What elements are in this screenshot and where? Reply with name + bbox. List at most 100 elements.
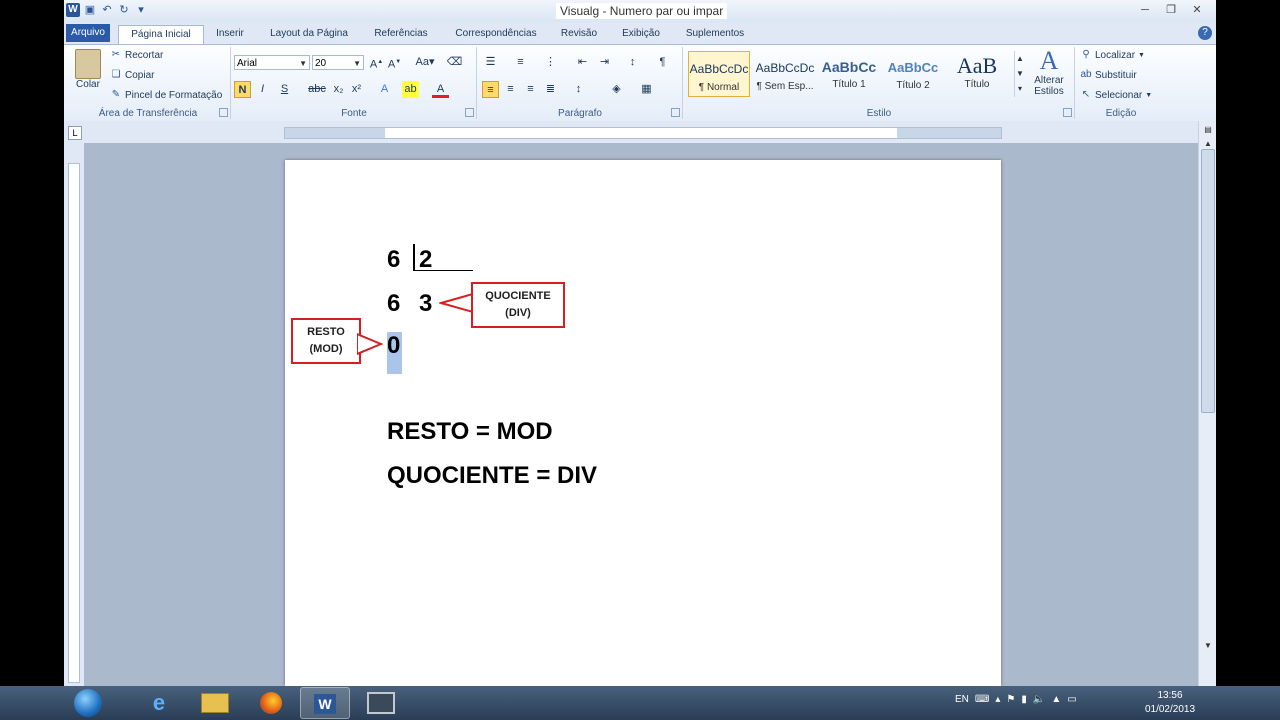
align-right-icon[interactable]: ≡ — [522, 81, 539, 98]
word-taskbar-icon[interactable]: W — [300, 687, 350, 719]
vertical-ruler-strip[interactable] — [68, 163, 80, 683]
line-spacing-icon[interactable]: ↕ — [570, 81, 587, 98]
ruler-toggle-icon[interactable]: ▤ — [1202, 125, 1214, 137]
subscript-icon[interactable]: x₂ — [330, 81, 347, 98]
replace-button[interactable]: ab Substituir — [1080, 69, 1137, 81]
shrink-font-icon[interactable]: A▼ — [386, 54, 403, 71]
styles-dialog-launcher[interactable] — [1063, 108, 1072, 117]
close-icon[interactable]: ✕ — [1184, 2, 1210, 18]
font-family-select[interactable]: Arial ▼ — [234, 55, 310, 70]
customize-qat-icon[interactable]: ▾ — [134, 3, 148, 17]
horizontal-ruler[interactable] — [284, 127, 1002, 139]
align-center-icon[interactable]: ≡ — [502, 81, 519, 98]
display-icon[interactable]: ▭ — [1067, 694, 1076, 705]
drive-icon[interactable]: ▲ — [1051, 694, 1061, 705]
remainder-callout-line1: RESTO — [307, 326, 345, 338]
scroll-thumb[interactable] — [1201, 149, 1215, 413]
text-effects-icon[interactable]: A — [376, 81, 393, 98]
keyboard-icon[interactable]: ⌨ — [975, 694, 989, 705]
style-sem-espacamento[interactable]: AaBbCcDc ¶ Sem Esp... — [754, 51, 816, 97]
tab-suplementos[interactable]: Suplementos — [678, 25, 752, 43]
format-painter-label: Pincel de Formatação — [125, 89, 223, 101]
equation-quociente: QUOCIENTE = DIV — [387, 462, 598, 489]
firefox-icon[interactable] — [246, 687, 296, 719]
redo-icon[interactable]: ↻ — [117, 3, 131, 17]
ruler-left-margin — [285, 128, 385, 138]
tab-inserir[interactable]: Inserir — [208, 25, 252, 43]
strikethrough-icon[interactable]: abc — [306, 81, 328, 98]
tray-expand-icon[interactable]: ▴ — [995, 694, 1000, 705]
sort-icon[interactable]: ↕ — [624, 54, 641, 71]
quotient-callout-line1: QUOCIENTE — [485, 290, 551, 302]
scroll-down-icon[interactable]: ▼ — [1202, 641, 1214, 653]
borders-icon[interactable]: ▦ — [638, 81, 655, 98]
undo-icon[interactable]: ↶ — [100, 3, 114, 17]
replace-label: Substituir — [1095, 69, 1137, 81]
copy-button[interactable]: ❏ Copiar — [110, 69, 155, 81]
change-case-icon[interactable]: Aa▾ — [412, 54, 438, 71]
volume-icon[interactable]: 🔈 — [1033, 694, 1045, 705]
find-button[interactable]: ⚲ Localizar ▼ — [1080, 49, 1145, 61]
start-button[interactable] — [68, 686, 108, 720]
change-styles-button[interactable]: A Alterar Estilos — [1026, 47, 1072, 98]
grow-font-icon[interactable]: A▲ — [368, 54, 385, 71]
style-titulo-1[interactable]: AaBbCc Título 1 — [818, 51, 880, 97]
group-label-clipboard: Área de Transferência — [98, 108, 198, 119]
bullets-icon[interactable]: ☰ — [482, 54, 499, 71]
tab-revisao[interactable]: Revisão — [554, 25, 604, 43]
shading-icon[interactable]: ◈ — [608, 81, 625, 98]
cut-button[interactable]: ✂ Recortar — [110, 49, 164, 61]
flag-icon[interactable]: ⚑ — [1006, 694, 1015, 705]
tab-correspondencias[interactable]: Correspondências — [446, 25, 546, 43]
document-page[interactable]: 6 2 6 3 0 QUOCIENTE (DIV) RESTO (MOD) RE… — [285, 160, 1001, 686]
paragraph-dialog-launcher[interactable] — [671, 108, 680, 117]
quotient: 3 — [419, 290, 433, 317]
font-size-select[interactable]: 20 ▼ — [312, 55, 364, 70]
superscript-icon[interactable]: x² — [348, 81, 365, 98]
tab-selector-button[interactable]: L — [68, 126, 82, 140]
font-dialog-launcher[interactable] — [465, 108, 474, 117]
tab-exibicao[interactable]: Exibição — [614, 25, 668, 43]
file-explorer-icon[interactable] — [190, 687, 240, 719]
paste-button[interactable]: Colar — [70, 49, 106, 90]
justify-icon[interactable]: ≣ — [542, 81, 559, 98]
vertical-scrollbar[interactable]: ▤ ▲ ▼ — [1198, 121, 1216, 686]
pilcrow-icon[interactable]: ¶ — [654, 54, 671, 71]
style-titulo[interactable]: AaB Título — [946, 51, 1008, 97]
select-button[interactable]: ↖ Selecionar ▼ — [1080, 89, 1152, 101]
style-normal[interactable]: AaBbCcDc ¶ Normal — [688, 51, 750, 97]
tab-referencias[interactable]: Referências — [366, 25, 436, 43]
windows-orb-icon — [74, 689, 102, 717]
clear-formatting-icon[interactable]: ⌫ — [446, 54, 463, 71]
multilevel-list-icon[interactable]: ⋮ — [542, 54, 559, 71]
italic-icon[interactable]: I — [254, 81, 271, 98]
style-titulo-2[interactable]: AaBbCc Título 2 — [882, 51, 944, 97]
format-painter-button[interactable]: ✎ Pincel de Formatação — [110, 89, 222, 101]
tab-layout[interactable]: Layout da Página — [262, 25, 356, 43]
visualg-taskbar-icon[interactable] — [356, 687, 406, 719]
word-logo-icon[interactable]: W — [66, 3, 80, 17]
style-preview: AaBbCcDc — [755, 61, 815, 75]
align-left-icon[interactable]: ≡ — [482, 81, 499, 98]
numbering-icon[interactable]: ≡ — [512, 54, 529, 71]
minimize-icon[interactable]: ─ — [1132, 2, 1158, 18]
clock[interactable]: 13:56 01/02/2013 — [1135, 689, 1205, 717]
styles-gallery-scroll[interactable]: ▲ ▼ ▾ — [1014, 51, 1025, 97]
restore-icon[interactable]: ❐ — [1158, 2, 1184, 18]
language-indicator[interactable]: EN — [955, 694, 969, 705]
replace-icon: ab — [1080, 69, 1092, 80]
tab-pagina-inicial[interactable]: Página Inicial — [118, 25, 204, 44]
highlight-icon[interactable]: ab — [402, 81, 419, 98]
bold-icon[interactable]: N — [234, 81, 251, 98]
internet-explorer-icon[interactable]: e — [134, 687, 184, 719]
tab-arquivo[interactable]: Arquivo — [66, 24, 110, 42]
help-icon[interactable]: ? — [1198, 26, 1212, 40]
font-color-icon[interactable]: A — [432, 81, 449, 98]
clipboard-dialog-launcher[interactable] — [219, 108, 228, 117]
network-icon[interactable]: ▮ — [1021, 694, 1027, 705]
save-icon[interactable]: ▣ — [83, 3, 97, 17]
decrease-indent-icon[interactable]: ⇤ — [574, 54, 591, 71]
remainder-callout-pointer — [357, 332, 383, 356]
increase-indent-icon[interactable]: ⇥ — [596, 54, 613, 71]
underline-icon[interactable]: S — [276, 81, 293, 98]
